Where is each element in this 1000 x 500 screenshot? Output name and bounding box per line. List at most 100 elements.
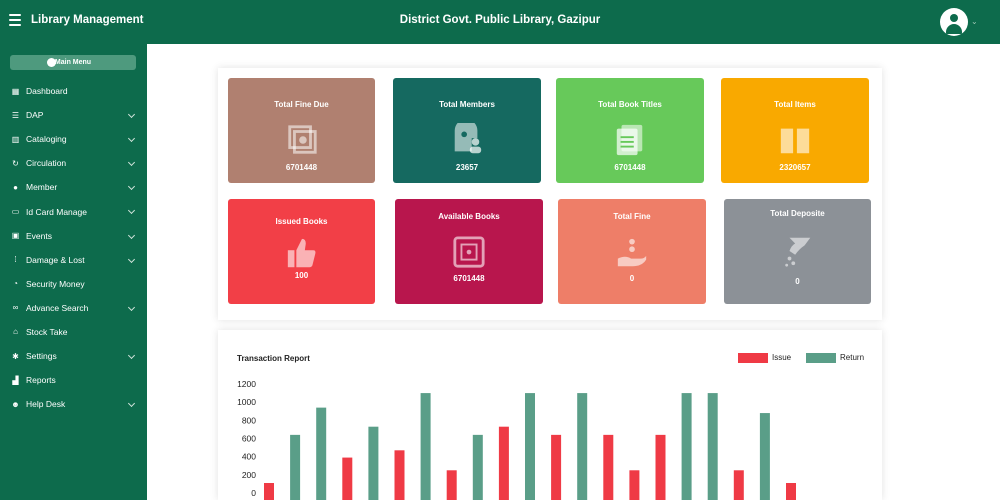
damage-icon: ⁞ [14,255,17,265]
sidebar-item-label: Id Card Manage [26,206,87,217]
bar-issue-18[interactable] [733,470,744,500]
stat-card-value: 6701448 [614,163,646,172]
sidebar-item-label: Advance Search [26,302,89,313]
sidebar-item-security-money[interactable]: ◔ Security Money [0,272,147,296]
bar-issue-9[interactable] [498,426,509,500]
stat-card-title: Total Deposite [770,209,825,218]
bar-return-8[interactable] [472,434,483,500]
sync-icon: ↻ [12,158,19,168]
bar-issue-11[interactable] [551,434,562,500]
document-icon [616,124,643,156]
chevron-down-icon [127,183,136,191]
sidebar-item-stock-take[interactable]: ⌂ Stock Take [0,320,147,344]
bar-issue-3[interactable] [342,457,353,500]
sidebar: Main Menu ▦ Dashboard ☰ DAP ▥ Cataloging ↻ Circ… [0,44,147,500]
main-menu-label: Main Menu [54,59,92,66]
money-icon: ◔ [13,279,18,289]
sidebar-item-reports[interactable]: ▟ Reports [0,368,147,392]
chevron-down-icon [127,159,136,167]
bar-return-2[interactable] [316,407,327,500]
stat-card-issued-books[interactable]: Issued Books 100 [228,199,375,304]
id-card-icon: ▭ [11,207,20,217]
chevron-down-icon [127,351,136,360]
bar-issue-0[interactable] [264,483,274,500]
sidebar-item-cataloging[interactable]: ▥ Cataloging [0,127,147,151]
stat-card-title: Total Fine Due [274,100,329,109]
user-icon: ● [13,182,18,192]
stat-card-title: Available Books [438,212,500,221]
bar-return-6[interactable] [420,393,431,500]
help-user-icon: ☻ [11,399,20,409]
main-menu-button[interactable]: Main Menu [10,55,136,70]
library-name: District Govt. Public Library, Gazipur [399,14,601,26]
hand-coin-icon [617,238,647,267]
sidebar-item-help-desk[interactable]: ☻ Help Desk [0,392,147,416]
bar-return-17[interactable] [707,393,718,500]
sidebar-item-events[interactable]: ▣ Events [0,224,147,248]
bar-return-1[interactable] [290,434,301,500]
sidebar-item-label: Cataloging [26,134,67,145]
chevron-down-icon[interactable]: ⌄ [971,17,978,26]
bar-return-19[interactable] [759,413,770,500]
stat-card-value: 0 [795,277,800,286]
bar-issue-14[interactable] [629,470,640,500]
list-icon: ☰ [11,110,20,120]
sidebar-item-circulation[interactable]: ↻ Circulation [0,151,147,175]
sidebar-item-label: Member [26,182,58,193]
stat-card-value: 2320657 [779,163,811,172]
bar-issue-13[interactable] [603,434,614,500]
y-tick-label: 600 [242,434,256,444]
chevron-down-icon [127,111,136,119]
bar-issue-20[interactable] [786,483,796,500]
bar-issue-5[interactable] [394,450,405,500]
bar-return-10[interactable] [525,393,535,500]
user-avatar-icon[interactable] [940,8,968,36]
bar-issue-15[interactable] [655,434,666,500]
y-tick-label: 0 [251,488,256,498]
sidebar-item-label: Events [26,230,52,241]
stat-card-total-fine-due[interactable]: Total Fine Due 6701448 [228,78,375,183]
sidebar-item-advance-search[interactable]: ∞ Advance Search [0,296,147,320]
chevron-down-icon [127,135,136,143]
transaction-bar-chart: 0 200 400 600 800 1000 1200 [237,379,796,500]
stat-card-title: Total Book Titles [598,100,662,109]
stat-card-title: Issued Books [275,217,328,226]
bar-return-4[interactable] [368,426,379,500]
stat-card-value: 100 [294,271,309,280]
stat-card-value: 0 [629,274,635,283]
sidebar-item-label: Settings [26,351,57,362]
stat-card-total-deposite[interactable]: Total Deposite 0 [724,199,871,304]
sidebar-item-dap[interactable]: ☰ DAP [0,103,147,127]
stat-card-available-books[interactable]: Available Books 6701448 [395,199,543,304]
y-tick-label: 400 [242,452,256,462]
stat-card-value: 6701448 [453,274,485,283]
thumbs-up-icon [287,238,315,268]
menu-toggle-icon [47,58,56,67]
stat-card-value: 6701448 [285,163,318,172]
sidebar-item-label: Circulation [26,158,67,169]
chevron-down-icon [127,255,136,263]
gear-icon: ✱ [12,351,19,361]
bar-return-12[interactable] [577,393,588,500]
y-tick-label: 800 [242,415,256,425]
sidebar-item-dashboard[interactable]: ▦ Dashboard [0,79,147,103]
bar-return-16[interactable] [681,393,692,500]
y-tick-label: 1000 [237,397,256,407]
sidebar-item-label: Damage & Lost [26,254,85,265]
stat-card-total-book-titles[interactable]: Total Book Titles 6701448 [556,78,704,183]
sidebar-nav: ▦ Dashboard ☰ DAP ▥ Cataloging ↻ Circulation ● Me… [0,79,147,416]
stat-card-total-fine[interactable]: Total Fine 0 [558,199,706,304]
sidebar-item-settings[interactable]: ✱ Settings [0,344,147,368]
deposit-icon [784,237,810,267]
stat-card-total-items[interactable]: Total Items 2320657 [721,78,869,183]
chevron-down-icon [127,231,136,239]
stat-card-total-members[interactable]: Total Members 23657 [393,78,541,183]
chevron-down-icon [127,303,136,311]
summary-cards-panel: Total Fine Due 6701448 Total Members 23657 T… [218,68,882,320]
sidebar-item-label: Security Money [26,278,85,289]
sidebar-item-damage-lost[interactable]: ⁞ Damage & Lost [0,248,147,272]
chevron-down-icon [127,400,136,408]
sidebar-item-member[interactable]: ● Member [0,175,147,199]
bar-issue-7[interactable] [446,470,457,500]
sidebar-item-id-card-manage[interactable]: ▭ Id Card Manage [0,199,147,223]
